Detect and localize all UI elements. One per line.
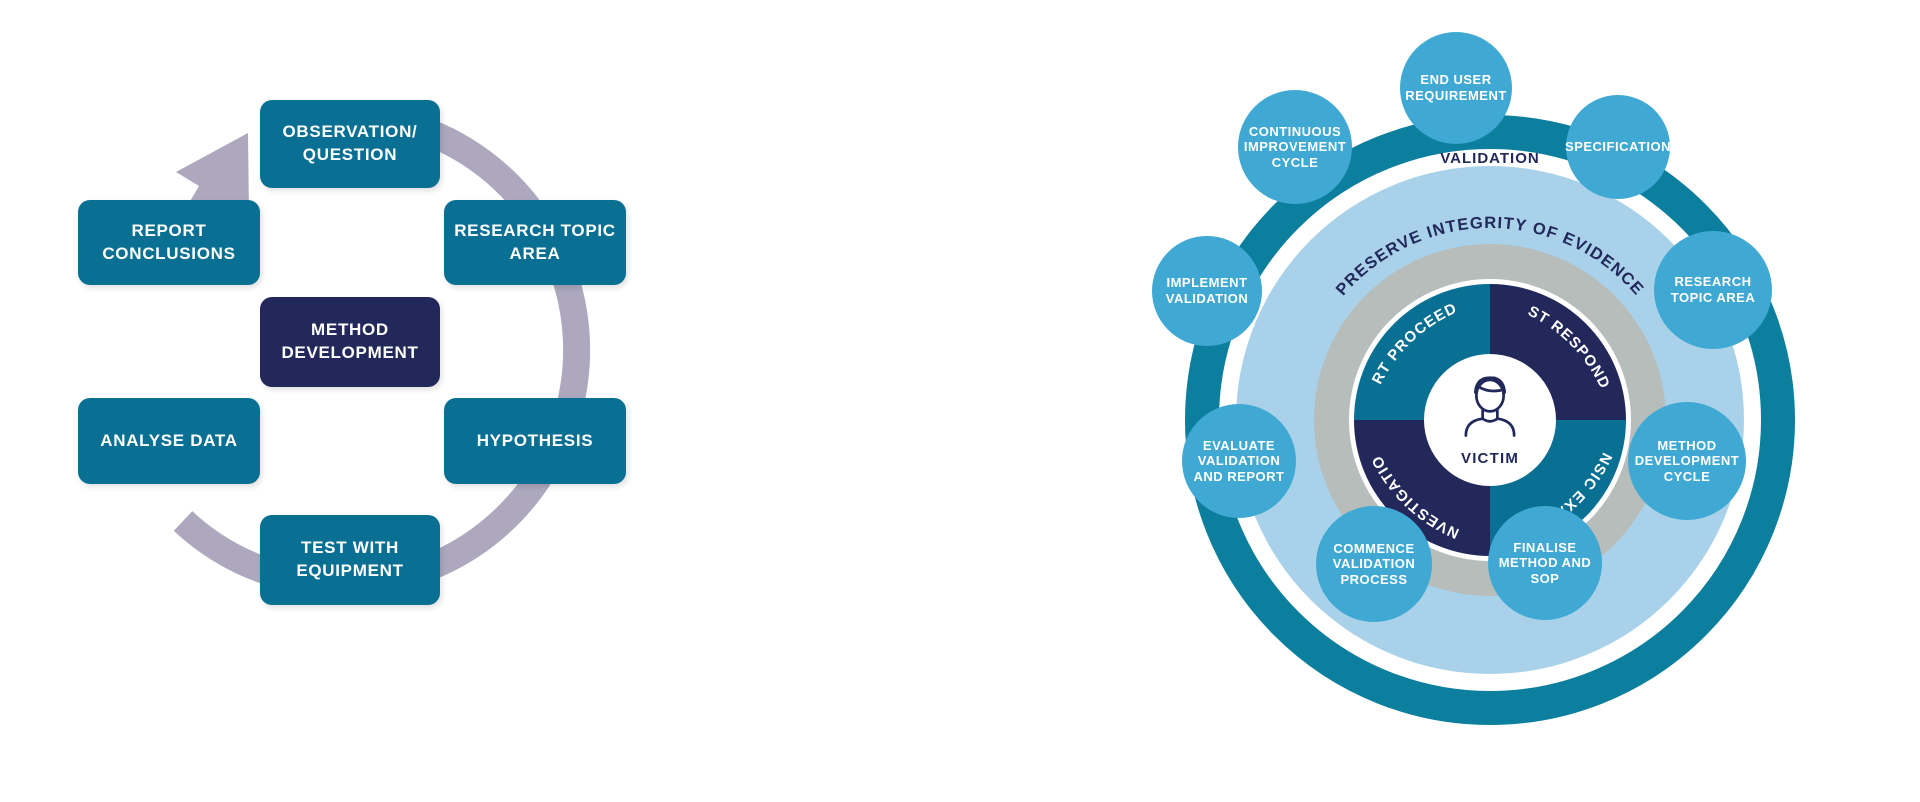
cycle-box-test-with-equipment[interactable]: TEST WITH EQUIPMENT — [260, 515, 440, 605]
cycle-box-label: HYPOTHESIS — [476, 430, 594, 450]
cycle-box-analyse-data[interactable]: ANALYSE DATA — [78, 398, 260, 484]
scientific-method-cycle-diagram: OBSERVATION/ QUESTION RESEARCH TOPIC ARE… — [0, 0, 760, 802]
cycle-box-label: OBSERVATION/ QUESTION — [282, 122, 418, 164]
bubble-label: RESEARCH TOPIC AREA — [1670, 274, 1756, 305]
cycle-box-label: RESEARCH TOPIC AREA — [454, 220, 616, 263]
bubble-finalise-method-and-sop[interactable]: FINALISE METHOD AND SOP — [1488, 506, 1602, 620]
cycle-box-hypothesis[interactable]: HYPOTHESIS — [444, 398, 626, 484]
bubble-end-user-requirement[interactable]: END USER REQUIREMENT — [1400, 32, 1512, 144]
bubble-label: IMPLEMENT VALIDATION — [1165, 275, 1249, 306]
validation-wheel-graphic: PRESERVE INTEGRITY OF EVIDENCE FIRST RES… — [880, 0, 1795, 725]
bubble-specification[interactable]: SPECIFICATION — [1565, 95, 1671, 199]
cycle-box-label: REPORT CONCLUSIONS — [102, 220, 236, 263]
validation-wheel-diagram: PRESERVE INTEGRITY OF EVIDENCE FIRST RES… — [880, 0, 1920, 802]
diagram-canvas: OBSERVATION/ QUESTION RESEARCH TOPIC ARE… — [0, 0, 1920, 802]
victim-core-label: VICTIM — [1460, 450, 1520, 467]
bubble-label: EVALUATE VALIDATION AND REPORT — [1193, 437, 1285, 484]
bubble-research-topic-area[interactable]: RESEARCH TOPIC AREA — [1654, 231, 1772, 349]
bubble-label: COMMENCE VALIDATION PROCESS — [1332, 540, 1416, 587]
cycle-center-label: METHOD DEVELOPMENT — [281, 320, 419, 362]
bubble-implement-validation[interactable]: IMPLEMENT VALIDATION — [1152, 236, 1262, 346]
bubble-label: CONTINUOUS IMPROVEMENT CYCLE — [1243, 123, 1347, 170]
bubble-label: METHOD DEVELOPMENT CYCLE — [1634, 437, 1740, 484]
bubble-label: END USER REQUIREMENT — [1405, 72, 1507, 103]
cycle-box-label: TEST WITH EQUIPMENT — [296, 538, 404, 580]
cycle-box-method-development[interactable]: METHOD DEVELOPMENT — [260, 297, 440, 387]
bubble-label: FINALISE METHOD AND SOP — [1498, 539, 1592, 586]
bubble-evaluate-validation-and-report[interactable]: EVALUATE VALIDATION AND REPORT — [1182, 404, 1296, 518]
bubble-method-development-cycle[interactable]: METHOD DEVELOPMENT CYCLE — [1628, 402, 1746, 520]
cycle-box-research-topic-area[interactable]: RESEARCH TOPIC AREA — [444, 200, 626, 285]
bubble-commence-validation-process[interactable]: COMMENCE VALIDATION PROCESS — [1316, 506, 1432, 622]
cycle-box-label: ANALYSE DATA — [100, 430, 238, 450]
bubble-label: SPECIFICATION — [1565, 139, 1671, 155]
cycle-box-observation-question[interactable]: OBSERVATION/ QUESTION — [260, 100, 440, 188]
bubble-continuous-improvement-cycle[interactable]: CONTINUOUS IMPROVEMENT CYCLE — [1238, 90, 1352, 204]
validation-ring-label: VALIDATION — [1440, 150, 1540, 167]
cycle-box-report-conclusions[interactable]: REPORT CONCLUSIONS — [78, 200, 260, 285]
